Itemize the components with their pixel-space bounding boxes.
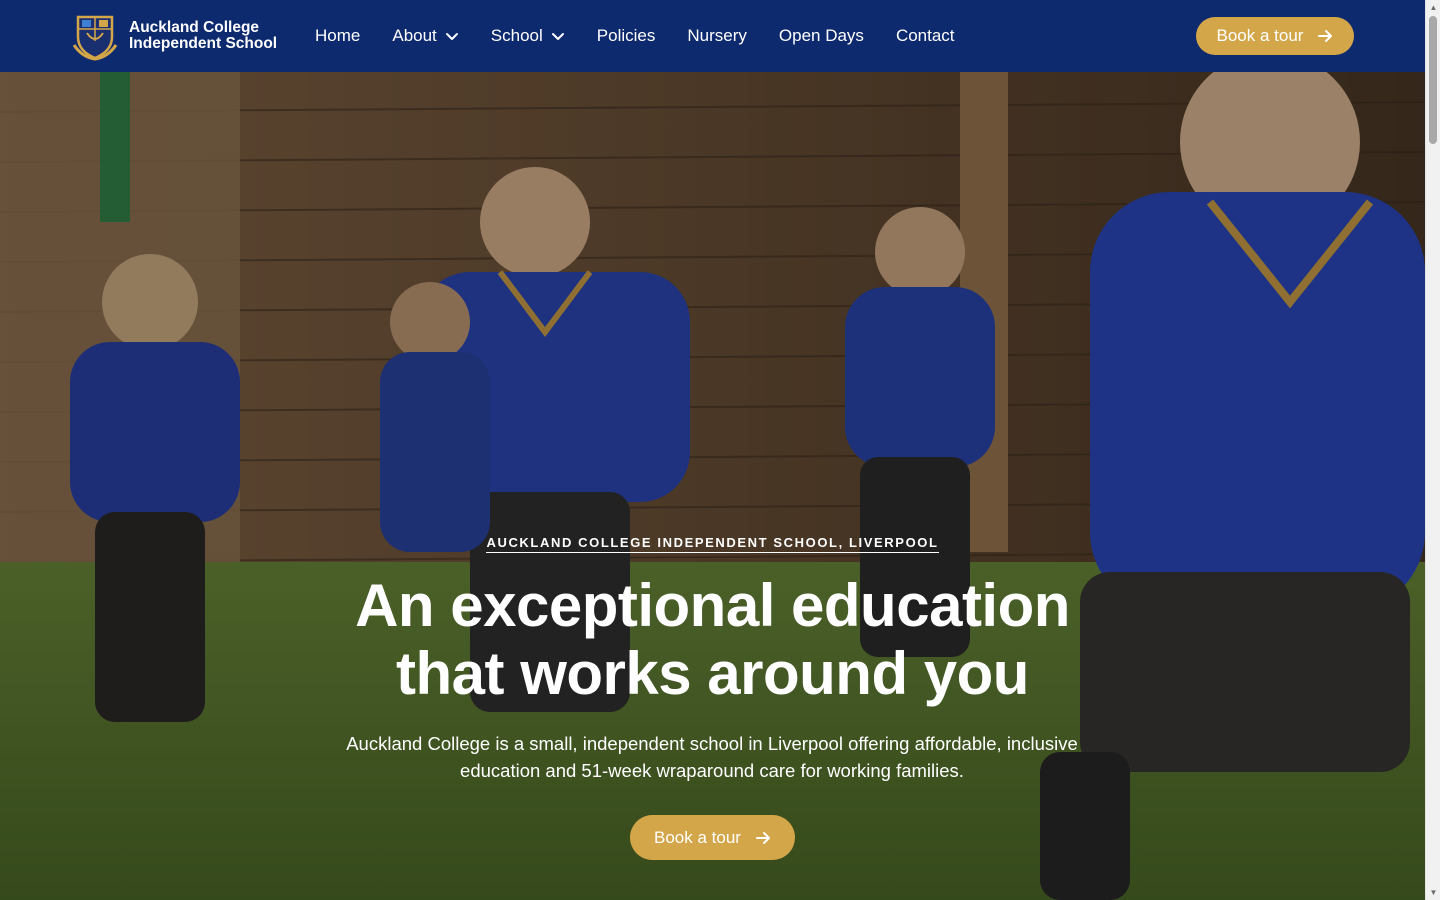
brand-name-line1: Auckland College <box>129 19 260 36</box>
arrow-right-icon <box>1318 30 1333 42</box>
scroll-down-icon[interactable]: ▼ <box>1429 888 1438 897</box>
chevron-down-icon <box>445 33 458 40</box>
nav-item-label: School <box>490 26 543 45</box>
nav-item-label: Nursery <box>687 26 747 45</box>
nav-item-label: About <box>392 26 437 45</box>
arrow-right-icon <box>755 831 770 844</box>
hero-subtext: Auckland College is a small, independent… <box>312 730 1112 784</box>
nav-item-label: Policies <box>596 26 656 45</box>
hero-headline: An exceptional education that works arou… <box>0 572 1425 708</box>
hero-subtext-line2: education and 51-week wraparound care fo… <box>460 760 964 781</box>
nav-item-label: Home <box>315 26 361 45</box>
hero-headline-line1: An exceptional education <box>355 572 1070 639</box>
brand-logo-link[interactable]: Auckland College Independent School <box>70 11 277 61</box>
nav-item-label: Contact <box>895 26 955 45</box>
nav-item-home[interactable]: Home <box>315 26 360 46</box>
site-header: Auckland College Independent School Home… <box>0 0 1425 72</box>
scrollbar-thumb[interactable] <box>1429 16 1437 144</box>
nav-item-nursery[interactable]: Nursery <box>687 26 747 46</box>
nav-item-open-days[interactable]: Open Days <box>779 26 864 46</box>
nav-item-contact[interactable]: Contact <box>896 26 955 46</box>
hero-section: AUCKLAND COLLEGE INDEPENDENT SCHOOL, LIV… <box>0 72 1425 900</box>
scroll-up-icon[interactable]: ▲ <box>1429 3 1438 12</box>
hero-subtext-line1: Auckland College is a small, independent… <box>346 733 1078 754</box>
book-tour-button-hero[interactable]: Book a tour <box>630 815 795 860</box>
nav-item-about[interactable]: About <box>392 26 458 46</box>
book-tour-button-header[interactable]: Book a tour <box>1196 17 1354 55</box>
nav-item-school[interactable]: School <box>491 26 565 46</box>
brand-name-line2: Independent School <box>129 35 278 52</box>
book-tour-label: Book a tour <box>1216 26 1304 45</box>
main-nav: Home About School Policies Nursery Open … <box>315 0 987 72</box>
chevron-down-icon <box>551 33 564 40</box>
page-scrollbar[interactable]: ▲ ▼ <box>1425 0 1440 900</box>
crest-logo-icon <box>72 15 118 61</box>
hero-eyebrow: AUCKLAND COLLEGE INDEPENDENT SCHOOL, LIV… <box>0 535 1425 553</box>
hero-headline-line2: that works around you <box>396 640 1029 707</box>
nav-item-policies[interactable]: Policies <box>597 26 656 46</box>
book-tour-label: Book a tour <box>654 827 741 847</box>
hero-eyebrow-text: AUCKLAND COLLEGE INDEPENDENT SCHOOL, LIV… <box>486 535 939 553</box>
nav-item-label: Open Days <box>778 26 864 45</box>
